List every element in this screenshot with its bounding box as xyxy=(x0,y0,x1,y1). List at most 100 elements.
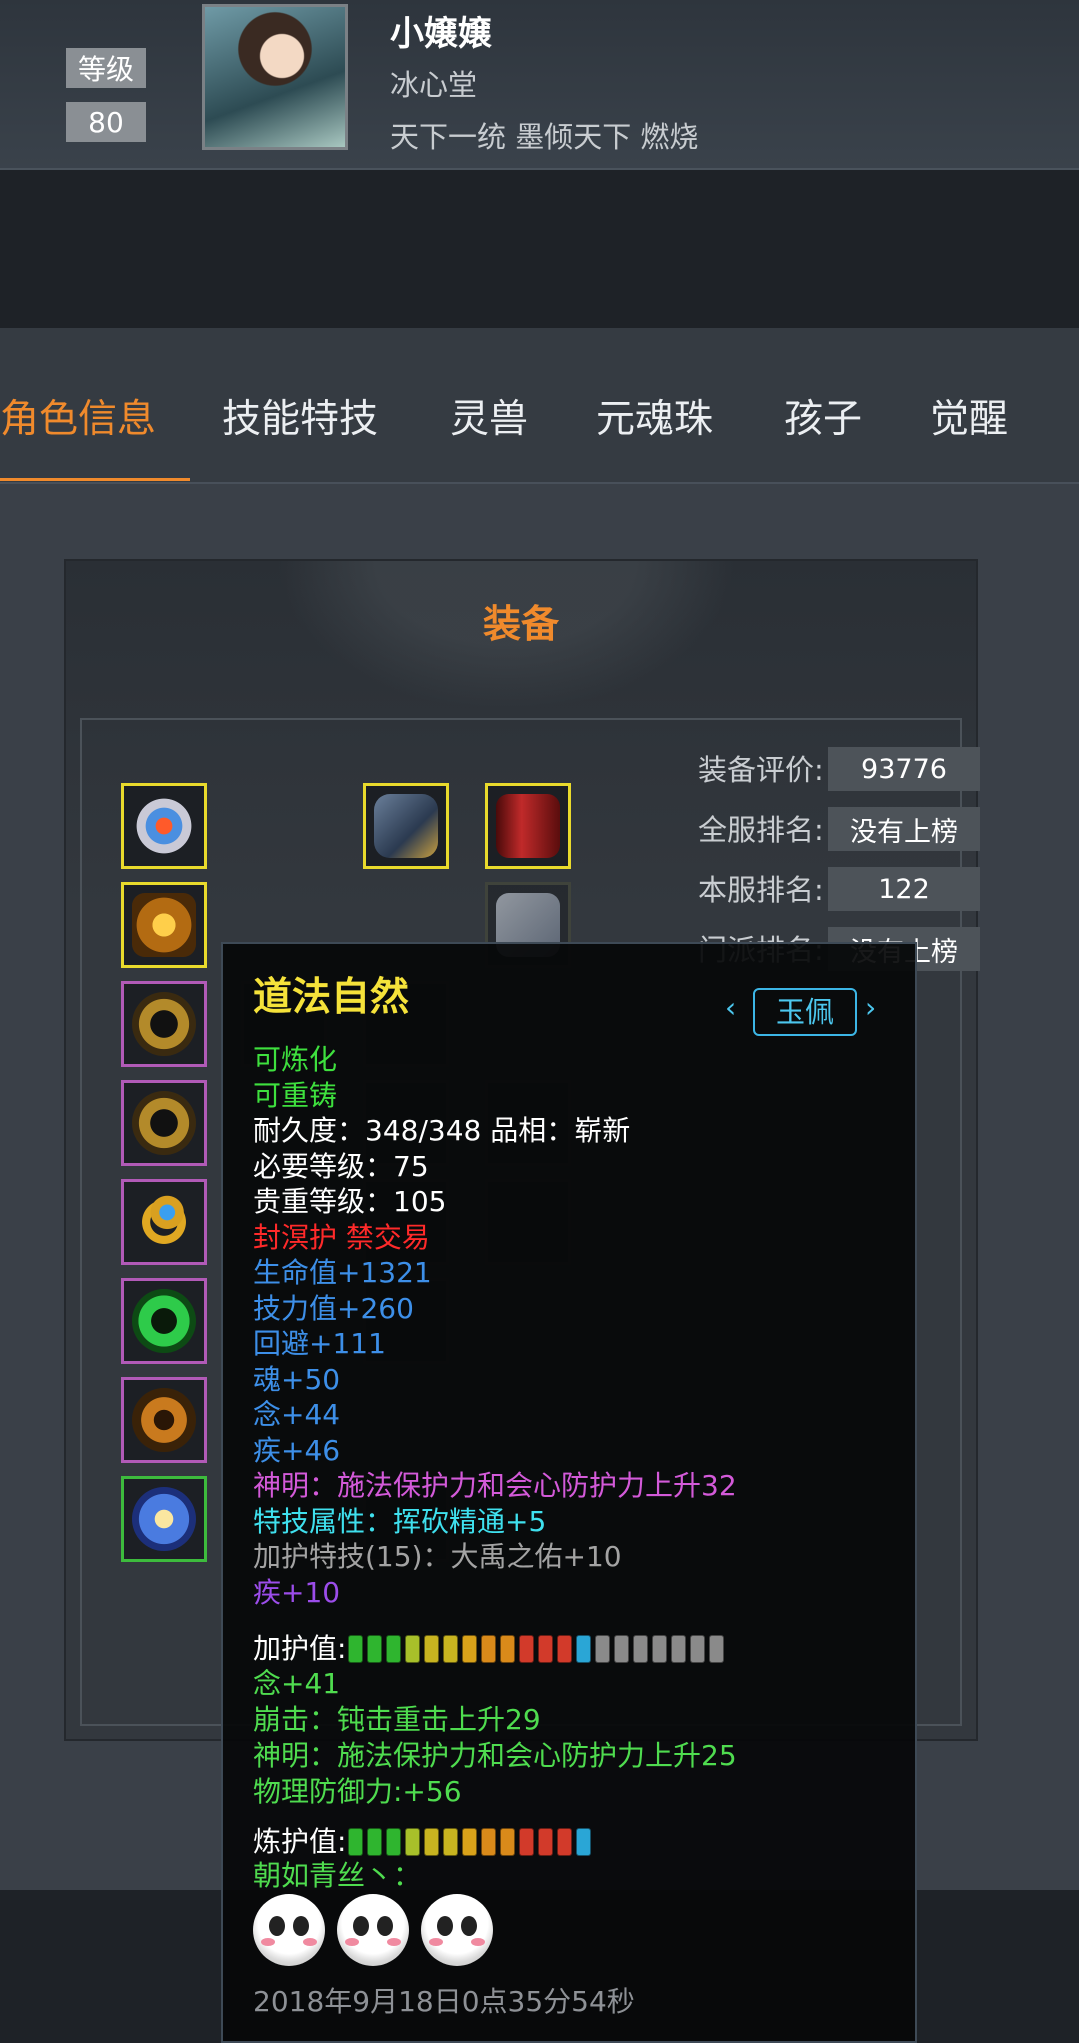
level-label: 等级 xyxy=(66,48,146,88)
level-pip xyxy=(519,1828,535,1856)
tab-bar: 角色信息 技能特技 灵兽 元魂珠 孩子 觉醒 xyxy=(0,328,1079,484)
level-pip xyxy=(386,1635,402,1663)
level-pip xyxy=(614,1635,630,1663)
jade-pendant-icon xyxy=(132,1487,196,1551)
tab-children[interactable]: 孩子 xyxy=(784,388,862,444)
item-type-badge: 玉佩 xyxy=(753,988,857,1036)
tab-role-info[interactable]: 角色信息 xyxy=(0,388,156,444)
jiahu-label: 加护值: xyxy=(253,1632,347,1665)
chevron-left-icon: ‹ xyxy=(725,991,737,1024)
level-pip xyxy=(367,1635,383,1663)
level-pip xyxy=(443,1828,459,1856)
item-attribute-line: 封溟护 禁交易 xyxy=(253,1220,430,1254)
item-attribute-line: 特技属性：挥砍精通+5 xyxy=(253,1504,547,1538)
server-all-rank-label: 全服排名: xyxy=(698,813,824,847)
item-attribute-line: 加护特技(15)：大禹之佑+10 xyxy=(253,1540,622,1573)
item-attribute-line: 疾+46 xyxy=(253,1433,341,1467)
character-header: 等级 80 小嬢嬢 冰心堂 天下一统 墨倾天下 燃烧 xyxy=(0,0,1079,170)
tab-awakening[interactable]: 觉醒 xyxy=(930,388,1008,444)
necklace-icon xyxy=(132,1388,196,1452)
item-timestamp: 2018年9月18日0点35分54秒 xyxy=(253,1985,635,2018)
item-attribute-line: 技力值+260 xyxy=(253,1291,414,1325)
item-attribute-line: 可炼化 xyxy=(253,1043,338,1076)
level-pip xyxy=(405,1828,421,1856)
level-pip xyxy=(709,1635,725,1663)
level-pip xyxy=(557,1635,573,1663)
maker-signature: 朝如青丝丶： xyxy=(253,1859,422,1892)
server-rank-label: 本服排名: xyxy=(698,873,824,907)
weapon-icon xyxy=(496,794,560,858)
level-pip xyxy=(595,1635,611,1663)
item-attribute-line: 魂+50 xyxy=(253,1362,341,1396)
item-refine-line: 崩击：钝击重击上升29 xyxy=(253,1703,541,1736)
item-refine-line: 物理防御力:+56 xyxy=(253,1775,462,1808)
level-pip xyxy=(652,1635,668,1663)
equip-slot-amulet[interactable] xyxy=(121,783,207,869)
panda-face-icon xyxy=(253,1894,325,1966)
server-all-rank-value: 没有上榜 xyxy=(828,807,980,851)
jiahu-pips xyxy=(348,1635,725,1663)
item-attribute-line: 耐久度：348/348 品相：崭新 xyxy=(253,1114,631,1147)
jiahu-bar: 加护值: xyxy=(253,1631,725,1667)
level-pip xyxy=(462,1635,478,1663)
level-pip xyxy=(633,1635,649,1663)
level-pip xyxy=(500,1828,516,1856)
equip-slot-bracelet-1[interactable] xyxy=(121,981,207,1067)
item-refine-line: 神明：施法保护力和会心防护力上升25 xyxy=(253,1739,737,1772)
item-attribute-line: 回避+111 xyxy=(253,1327,386,1360)
equip-slot-charm[interactable] xyxy=(121,882,207,968)
character-avatar[interactable] xyxy=(202,4,348,150)
level-pip xyxy=(424,1828,440,1856)
equip-slot-necklace[interactable] xyxy=(121,1377,207,1463)
equip-slot-bracelet-2[interactable] xyxy=(121,1080,207,1166)
level-pip xyxy=(538,1635,554,1663)
item-refine-line: 念+41 xyxy=(253,1667,341,1700)
chevron-right-icon: › xyxy=(865,991,877,1024)
level-pip xyxy=(462,1828,478,1856)
equip-score-value: 93776 xyxy=(828,747,980,791)
level-pip xyxy=(690,1635,706,1663)
item-name: 道法自然 xyxy=(253,975,410,1020)
level-pip xyxy=(671,1635,687,1663)
level-pip xyxy=(386,1828,402,1856)
tab-spirit-beast[interactable]: 灵兽 xyxy=(450,388,528,444)
level-pip xyxy=(424,1635,440,1663)
ring-icon xyxy=(132,1190,196,1254)
jade-ring-icon xyxy=(132,1289,196,1353)
equip-slot-jade-pendant[interactable] xyxy=(121,1476,207,1562)
charm-icon xyxy=(132,893,196,957)
character-guild: 冰心堂 xyxy=(390,68,478,102)
tab-soul-pearl[interactable]: 元魂珠 xyxy=(596,388,713,444)
item-attribute-line: 必要等级：75 xyxy=(253,1149,429,1183)
panda-face-icon xyxy=(421,1894,493,1966)
active-tab-underline xyxy=(0,478,190,481)
level-pip xyxy=(500,1635,516,1663)
helmet-icon xyxy=(374,794,438,858)
tab-skills[interactable]: 技能特技 xyxy=(222,388,378,444)
level-value: 80 xyxy=(66,102,146,142)
equip-slot-weapon[interactable] xyxy=(485,783,571,869)
equipment-title: 装备 xyxy=(482,602,559,646)
equip-slot-ring-2[interactable] xyxy=(121,1278,207,1364)
level-pip xyxy=(538,1828,554,1856)
equip-slot-helmet[interactable] xyxy=(363,783,449,869)
item-attribute-line: 贵重等级：105 xyxy=(253,1185,447,1218)
level-pip xyxy=(481,1635,497,1663)
item-attribute-line: 神明：施法保护力和会心防护力上升32 xyxy=(253,1469,737,1502)
level-pip xyxy=(519,1635,535,1663)
level-pip xyxy=(348,1828,364,1856)
item-attribute-line: 疾+10 xyxy=(253,1575,341,1609)
level-pip xyxy=(405,1635,421,1663)
level-pip xyxy=(443,1635,459,1663)
level-pip xyxy=(481,1828,497,1856)
level-pip xyxy=(576,1828,592,1856)
equip-score-label: 装备评价: xyxy=(698,753,824,787)
bracelet-icon xyxy=(132,992,196,1056)
item-attribute-line: 念+44 xyxy=(253,1398,341,1431)
character-titles: 天下一统 墨倾天下 燃烧 xyxy=(390,120,699,154)
lianhu-bar: 炼护值: xyxy=(253,1824,592,1860)
signature-emojis xyxy=(253,1894,493,1966)
lianhu-label: 炼护值: xyxy=(253,1825,347,1858)
amulet-icon xyxy=(132,794,196,858)
equip-slot-ring-1[interactable] xyxy=(121,1179,207,1265)
